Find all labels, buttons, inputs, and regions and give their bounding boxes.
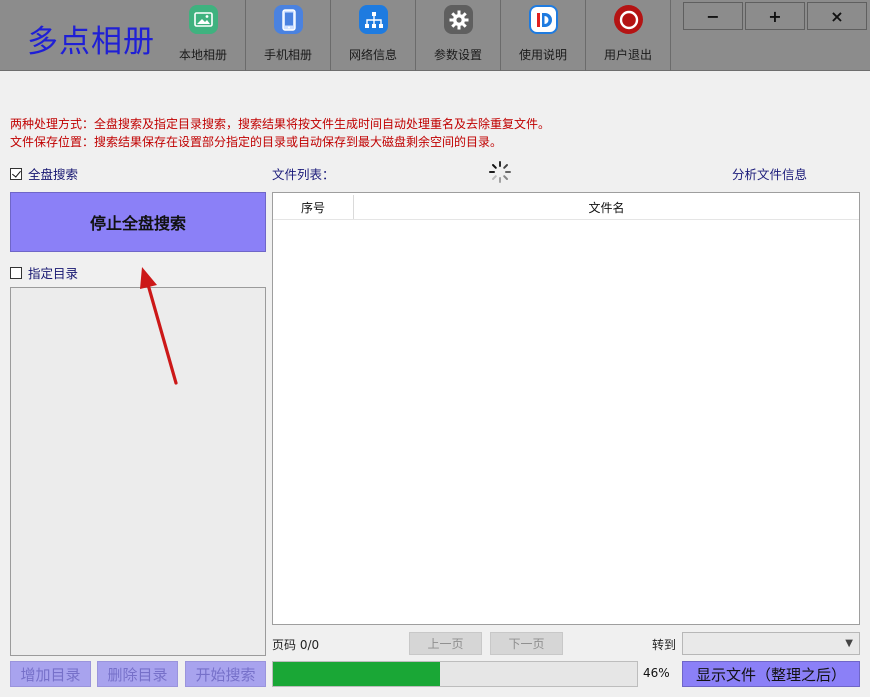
analyze-file-info-link[interactable]: 分析文件信息 bbox=[732, 164, 807, 183]
progress-bar bbox=[272, 661, 638, 687]
tab-label: 参数设置 bbox=[416, 46, 500, 63]
checkbox-checked-icon[interactable] bbox=[10, 168, 22, 180]
add-dir-button[interactable]: 增加目录 bbox=[10, 661, 91, 687]
full-search-label: 全盘搜索 bbox=[28, 164, 78, 183]
tab-manual[interactable]: 使用说明 bbox=[501, 0, 586, 71]
prev-page-button[interactable]: 上一页 bbox=[409, 632, 482, 655]
info-line-method: 两种处理方式：全盘搜索及指定目录搜索，搜索结果将按文件生成时间自动处理重名及去除… bbox=[10, 115, 550, 132]
phone-icon bbox=[274, 5, 303, 34]
goto-label: 转到 bbox=[652, 636, 676, 653]
manual-icon bbox=[529, 5, 558, 34]
start-search-button[interactable]: 开始搜索 bbox=[185, 661, 266, 687]
title-bar: 多点相册 本地相册 手机相册 网络信息 参数设置 使用说明 用户退出 bbox=[0, 0, 870, 71]
app-logo: 多点相册 bbox=[27, 16, 155, 61]
minimize-button[interactable]: − bbox=[683, 2, 743, 30]
info-line-location: 文件保存位置：搜索结果保存在设置部分指定的目录或自动保存到最大磁盘剩余空间的目录… bbox=[10, 133, 502, 150]
progress-fill bbox=[273, 662, 440, 686]
next-page-button[interactable]: 下一页 bbox=[490, 632, 563, 655]
tab-label: 用户退出 bbox=[586, 46, 670, 63]
maximize-button[interactable]: + bbox=[745, 2, 805, 30]
loading-spinner-icon bbox=[488, 160, 512, 184]
header-divider bbox=[273, 219, 859, 220]
tab-settings[interactable]: 参数设置 bbox=[416, 0, 501, 71]
checkbox-unchecked-icon[interactable] bbox=[10, 267, 22, 279]
specify-dir-label: 指定目录 bbox=[28, 263, 78, 282]
stop-full-search-button[interactable]: 停止全盘搜索 bbox=[10, 192, 266, 252]
file-list-label: 文件列表： bbox=[272, 164, 335, 183]
exit-icon bbox=[614, 5, 643, 34]
delete-dir-button[interactable]: 删除目录 bbox=[97, 661, 178, 687]
tab-logout[interactable]: 用户退出 bbox=[586, 0, 671, 71]
goto-page-select[interactable]: ▼ bbox=[682, 632, 860, 655]
chevron-down-icon: ▼ bbox=[845, 638, 853, 649]
tab-label: 本地相册 bbox=[161, 46, 245, 63]
network-icon bbox=[359, 5, 388, 34]
show-files-button[interactable]: 显示文件（整理之后） bbox=[682, 661, 860, 687]
tab-network-info[interactable]: 网络信息 bbox=[331, 0, 416, 71]
column-header-filename[interactable]: 文件名 bbox=[354, 195, 859, 219]
tab-local-album[interactable]: 本地相册 bbox=[161, 0, 246, 71]
full-search-checkbox[interactable]: 全盘搜索 bbox=[10, 164, 78, 183]
tab-label: 手机相册 bbox=[246, 46, 330, 63]
specify-dir-checkbox[interactable]: 指定目录 bbox=[10, 263, 78, 282]
page-indicator: 页码 0/0 bbox=[272, 636, 319, 653]
column-header-index[interactable]: 序号 bbox=[273, 195, 353, 219]
annotation-arrow-icon bbox=[130, 255, 190, 390]
tab-label: 网络信息 bbox=[331, 46, 415, 63]
close-button[interactable]: × bbox=[807, 2, 867, 30]
gear-icon bbox=[444, 5, 473, 34]
picture-icon bbox=[189, 5, 218, 34]
file-table[interactable]: 序号 文件名 bbox=[272, 192, 860, 625]
tab-phone-album[interactable]: 手机相册 bbox=[246, 0, 331, 71]
progress-percent: 46% bbox=[643, 666, 670, 680]
tab-label: 使用说明 bbox=[501, 46, 585, 63]
